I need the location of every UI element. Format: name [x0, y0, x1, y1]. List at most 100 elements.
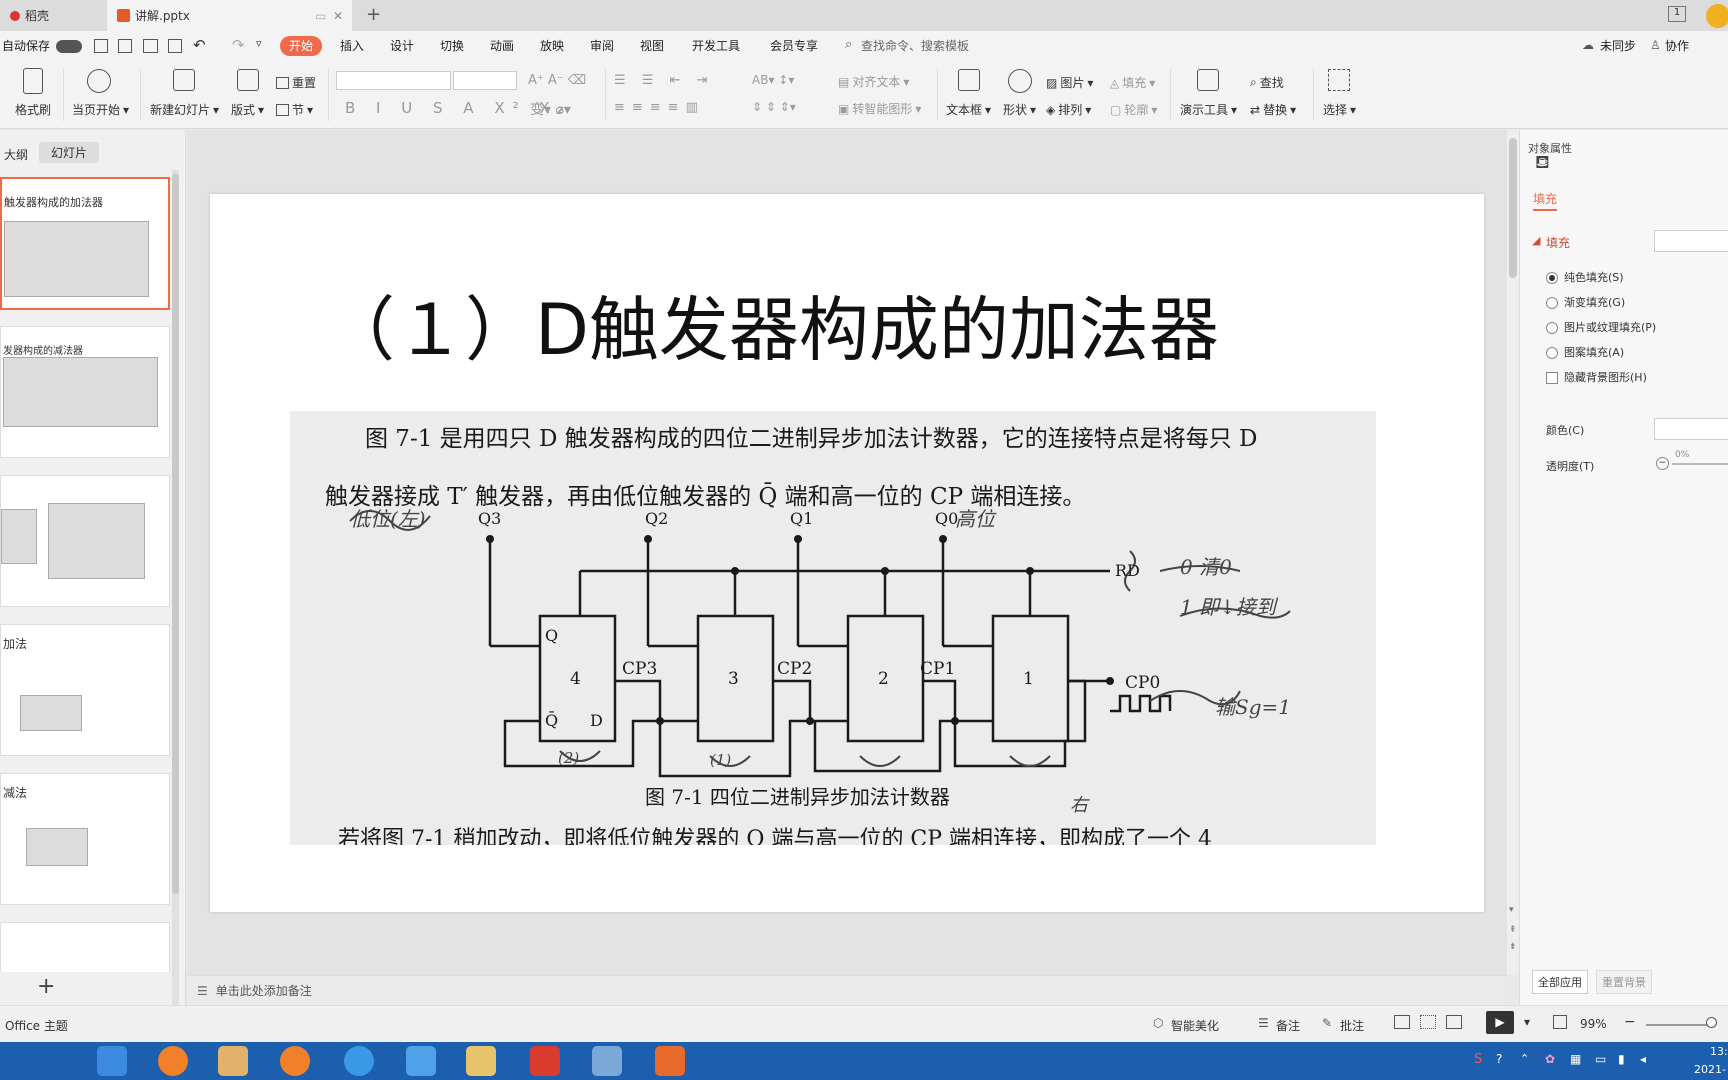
menu-developer[interactable]: 开发工具 [692, 31, 740, 61]
fill-button[interactable]: ◬填充▾ [1110, 74, 1155, 91]
new-slide-button[interactable]: 新建幻灯片▾ [150, 101, 219, 118]
align-text-button[interactable]: ▤对齐文本▾ [838, 73, 909, 90]
thumb-scrollbar[interactable] [172, 170, 179, 1010]
redo-icon[interactable]: ↷ [232, 36, 245, 54]
slide-thumb-5[interactable]: 减法 [0, 773, 170, 905]
option-picture[interactable]: 图片或纹理填充(P) [1546, 319, 1656, 335]
textbox-button[interactable]: 文本框▾ [946, 101, 991, 118]
collapse-triangle-icon[interactable]: ◢ [1532, 234, 1540, 247]
current-slide[interactable]: （１）D触发器构成的加法器 [210, 194, 1484, 912]
zoom-slider-handle[interactable] [1706, 1017, 1717, 1028]
fill-tab[interactable]: 填充 [1533, 190, 1557, 211]
autosave-toggle[interactable] [56, 40, 82, 53]
battery-tray-icon[interactable]: ▮ [1618, 1052, 1625, 1066]
new-tab-icon[interactable]: + [366, 4, 381, 25]
tab-slides[interactable]: 幻灯片 [39, 142, 99, 163]
current-start-button[interactable]: 当页开始▾ [72, 101, 129, 118]
tab-outline[interactable]: 大纲 [4, 146, 28, 163]
sorter-view-icon[interactable] [1420, 1015, 1436, 1029]
beautify-button[interactable]: 智能美化 [1171, 1017, 1219, 1034]
replace-button[interactable]: ⇄替换▾ [1250, 101, 1296, 118]
close-tab-icon[interactable]: ✕ [333, 9, 343, 23]
circuit-photo[interactable]: 图 7-1 是用四只 D 触发器构成的四位二进制异步加法计数器，它的连接特点是将… [290, 411, 1376, 845]
next-slide-icon[interactable]: ⇟ [1509, 942, 1517, 952]
wps-icon[interactable] [530, 1046, 560, 1076]
notes-toggle-button[interactable]: 备注 [1276, 1017, 1300, 1034]
apply-all-button[interactable]: 全部应用 [1532, 970, 1588, 994]
notes-placeholder[interactable]: 单击此处添加备注 [216, 982, 312, 999]
browser-2-icon[interactable] [280, 1046, 310, 1076]
menu-animation[interactable]: 动画 [490, 31, 514, 61]
zoom-level[interactable]: 99% [1580, 1017, 1607, 1031]
menu-transition[interactable]: 切换 [440, 31, 464, 61]
reset-background-button[interactable]: 重置背景 [1596, 970, 1652, 994]
comment-button[interactable]: 批注 [1340, 1017, 1364, 1034]
export-icon[interactable] [118, 39, 132, 53]
help-tray-icon[interactable]: ? [1496, 1052, 1502, 1066]
option-pattern[interactable]: 图案填充(A) [1546, 344, 1624, 360]
find-button[interactable]: ⌕查找 [1250, 74, 1284, 91]
zoom-out-icon[interactable]: − [1624, 1014, 1636, 1030]
print-icon[interactable] [143, 39, 158, 53]
reset-button[interactable]: 重置 [276, 74, 316, 91]
scrollbar-thumb[interactable] [1509, 138, 1517, 278]
menu-view[interactable]: 视图 [640, 31, 664, 61]
theme-name[interactable]: Office 主题 [5, 1017, 68, 1034]
file-explorer-icon[interactable] [466, 1046, 496, 1076]
display-tray-icon[interactable]: ▭ [1595, 1052, 1606, 1066]
video-player-icon[interactable] [218, 1046, 248, 1076]
alignment-buttons[interactable]: ≡≡≡≡▥ [614, 100, 705, 115]
menu-slideshow[interactable]: 放映 [540, 31, 564, 61]
slide-thumb-2[interactable]: 发器构成的减法器 [0, 326, 170, 458]
baidu-netdisk-icon[interactable] [97, 1046, 127, 1076]
sogou-tray-icon[interactable]: S [1474, 1052, 1482, 1067]
undo-icon[interactable]: ↶ [193, 36, 206, 54]
menu-home[interactable]: 开始 [280, 36, 322, 56]
sync-status[interactable]: 未同步 [1600, 31, 1636, 61]
slide-thumb-1[interactable]: 触发器构成的加法器 [0, 177, 170, 310]
layout-button[interactable]: 版式▾ [231, 101, 264, 118]
font-size-controls[interactable]: A⁺ A⁻ ⌫ [528, 73, 586, 88]
option-solid[interactable]: 纯色填充(S) [1546, 269, 1624, 285]
menu-design[interactable]: 设计 [390, 31, 414, 61]
save-icon[interactable] [94, 39, 108, 53]
reading-view-icon[interactable] [1446, 1015, 1462, 1029]
hide-bg-checkbox[interactable]: 隐藏背景图形(H) [1546, 369, 1647, 385]
pinyin-highlight-buttons[interactable]: 变▾ ⌀▾ [530, 99, 571, 119]
normal-view-icon[interactable] [1394, 1015, 1410, 1029]
more-icon[interactable]: ▿ [256, 37, 262, 50]
text-direction-buttons[interactable]: AB▾ ↕▾ [752, 73, 794, 87]
collaborate-button[interactable]: 协作 [1665, 31, 1689, 61]
outline-button[interactable]: ▢轮廓▾ [1110, 101, 1157, 118]
paint-icon[interactable] [592, 1046, 622, 1076]
clock-date[interactable]: 2021- [1694, 1063, 1726, 1076]
slide-thumb-6[interactable] [0, 922, 170, 972]
avatar[interactable] [1706, 4, 1728, 28]
preview-icon[interactable] [168, 39, 182, 53]
font-name-select[interactable] [336, 71, 451, 90]
slide-thumb-4[interactable]: 加法 [0, 624, 170, 756]
option-gradient[interactable]: 渐变填充(G) [1546, 294, 1625, 310]
line-spacing-buttons[interactable]: ⇕ ⇕ ⇕▾ [752, 100, 796, 114]
add-slide-icon[interactable]: + [37, 974, 55, 999]
font-size-select[interactable] [453, 71, 517, 90]
present-tool-button[interactable]: 演示工具▾ [1180, 101, 1237, 118]
zoom-slider[interactable] [1646, 1024, 1711, 1026]
network-tray-icon[interactable]: ▦ [1570, 1052, 1581, 1066]
menu-member[interactable]: 会员专享 [770, 31, 818, 61]
flower-tray-icon[interactable]: ✿ [1545, 1052, 1555, 1066]
notes-bar[interactable]: ☰ 单击此处添加备注 [187, 975, 1507, 1005]
window-count-icon[interactable]: 1 [1668, 6, 1686, 22]
command-search[interactable]: 查找命令、搜索模板 [861, 31, 969, 61]
shape-button[interactable]: 形状▾ [1003, 101, 1036, 118]
minus-icon[interactable]: − [1656, 457, 1669, 470]
picture-button[interactable]: ▨图片▾ [1046, 74, 1093, 91]
slideshow-dropdown-icon[interactable]: ▾ [1524, 1015, 1530, 1029]
smart-shape-button[interactable]: ▣转智能图形▾ [838, 100, 921, 117]
tab-pptx[interactable]: 讲解.pptx ▭ ✕ [107, 0, 352, 31]
arrange-button[interactable]: ◈排列▾ [1046, 101, 1091, 118]
tab-daoke[interactable]: 稻壳 [0, 0, 105, 31]
browser-icon[interactable] [158, 1046, 188, 1076]
float-window-icon[interactable]: ▭ [315, 9, 326, 23]
select-button[interactable]: 选择▾ [1323, 101, 1356, 118]
